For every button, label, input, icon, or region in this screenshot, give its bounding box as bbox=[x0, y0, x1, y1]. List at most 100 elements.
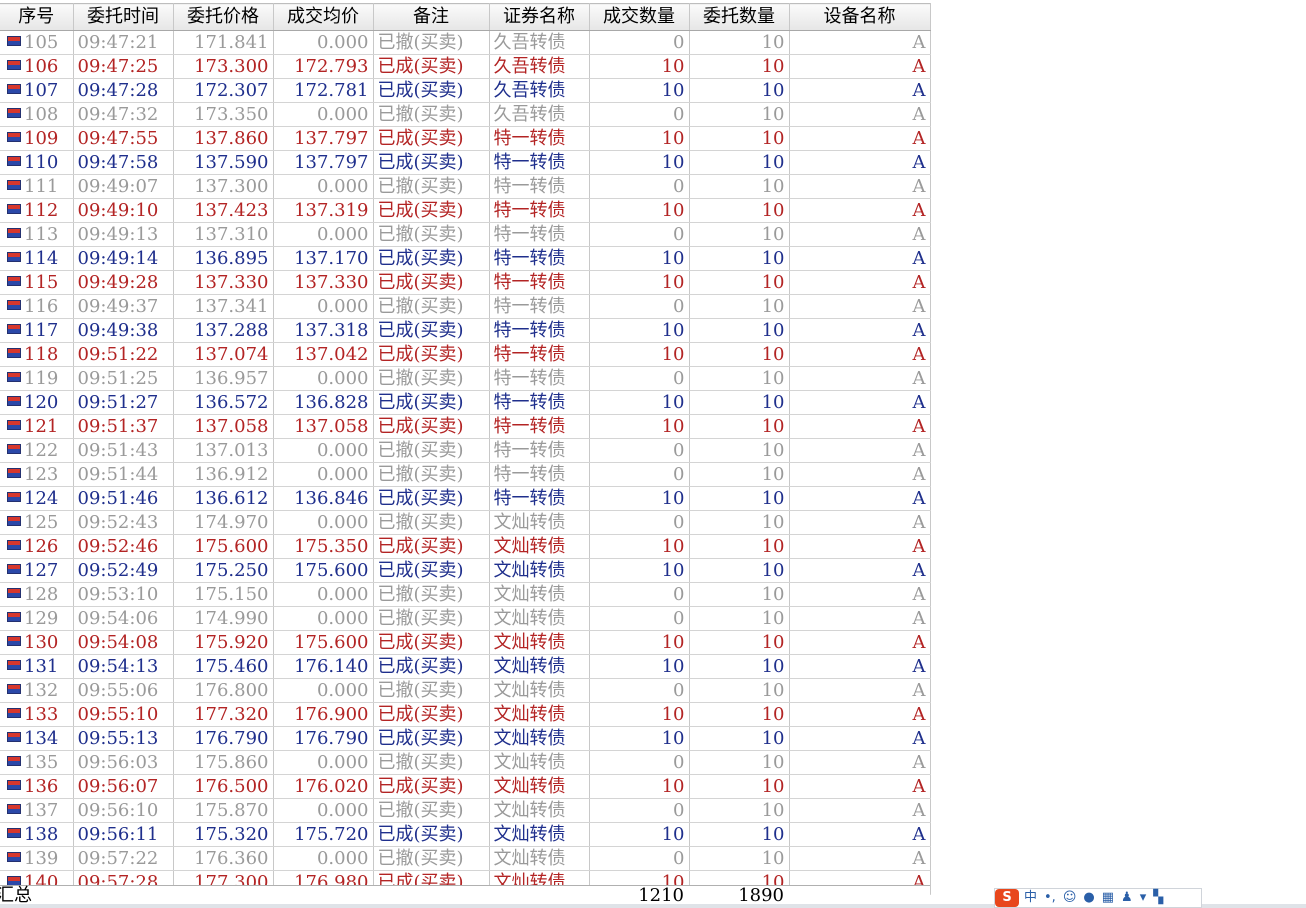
cell-order-time: 09:51:37 bbox=[73, 414, 174, 439]
seq-label: 137 bbox=[24, 800, 59, 821]
table-row[interactable]: 139 09:57:22 176.360 0.000 已撤(买卖) 文灿转债 0 10 A bbox=[0, 846, 931, 871]
seq-label: 139 bbox=[24, 848, 59, 869]
punctuation-toggle[interactable]: •, bbox=[1044, 889, 1056, 907]
table-row[interactable]: 106 09:47:25 173.300 172.793 已成(买卖) 久吾转债 10 10 A bbox=[0, 54, 931, 79]
table-row[interactable]: 120 09:51:27 136.572 136.828 已成(买卖) 特一转债 10 10 A bbox=[0, 390, 931, 415]
table-row[interactable]: 134 09:55:13 176.790 176.790 已成(买卖) 文灿转债 10 10 A bbox=[0, 726, 931, 751]
table-row[interactable]: 121 09:51:37 137.058 137.058 已成(买卖) 特一转债 10 10 A bbox=[0, 414, 931, 439]
table-row[interactable]: 131 09:54:13 175.460 176.140 已成(买卖) 文灿转债 10 10 A bbox=[0, 654, 931, 679]
cell-avg-price: 0.000 bbox=[273, 438, 374, 463]
table-row[interactable]: 118 09:51:22 137.074 137.042 已成(买卖) 特一转债 10 10 A bbox=[0, 342, 931, 367]
cell-order-time: 09:47:21 bbox=[73, 30, 174, 55]
table-row[interactable]: 129 09:54:06 174.990 0.000 已撤(买卖) 文灿转债 0 10 A bbox=[0, 606, 931, 631]
cell-order-qty: 10 bbox=[689, 366, 790, 391]
table-row[interactable]: 138 09:56:11 175.320 175.720 已成(买卖) 文灿转债 10 10 A bbox=[0, 822, 931, 847]
smiley-icon[interactable]: ☺ bbox=[1063, 889, 1077, 907]
cell-order-price: 174.990 bbox=[173, 606, 274, 631]
cell-filled-qty: 10 bbox=[589, 150, 690, 175]
seq-label: 111 bbox=[24, 176, 59, 197]
row-flag-icon bbox=[7, 756, 21, 766]
cell-remark: 已撤(买卖) bbox=[373, 366, 490, 391]
cell-filled-qty: 10 bbox=[589, 390, 690, 415]
cell-avg-price: 0.000 bbox=[273, 678, 374, 703]
col-header-seq[interactable]: 序号 bbox=[0, 3, 74, 31]
cell-avg-price: 176.020 bbox=[273, 774, 374, 799]
table-row[interactable]: 130 09:54:08 175.920 175.600 已成(买卖) 文灿转债 10 10 A bbox=[0, 630, 931, 655]
cell-remark: 已撤(买卖) bbox=[373, 582, 490, 607]
ime-toolbar[interactable]: S 中 •, ☺ ● ▦ ♟ ▾ ▚ bbox=[994, 888, 1202, 908]
table-row[interactable]: 124 09:51:46 136.612 136.846 已成(买卖) 特一转债 10 10 A bbox=[0, 486, 931, 511]
keyboard-icon[interactable]: ▦ bbox=[1102, 889, 1114, 907]
table-row[interactable]: 108 09:47:32 173.350 0.000 已撤(买卖) 久吾转债 0 10 A bbox=[0, 102, 931, 127]
cell-order-qty: 10 bbox=[689, 726, 790, 751]
cell-order-price: 175.460 bbox=[173, 654, 274, 679]
cell-order-qty: 10 bbox=[689, 678, 790, 703]
cell-order-time: 09:54:13 bbox=[73, 654, 174, 679]
cell-filled-qty: 0 bbox=[589, 510, 690, 535]
user-icon[interactable]: ♟ bbox=[1121, 889, 1133, 907]
cell-seq: 125 bbox=[0, 510, 74, 535]
cell-order-qty: 10 bbox=[689, 462, 790, 487]
cell-order-time: 09:47:55 bbox=[73, 126, 174, 151]
col-header-order-qty[interactable]: 委托数量 bbox=[689, 3, 790, 31]
table-row[interactable]: 126 09:52:46 175.600 175.350 已成(买卖) 文灿转债 10 10 A bbox=[0, 534, 931, 559]
apps-icon[interactable]: ▚ bbox=[1153, 889, 1163, 907]
cell-order-time: 09:55:06 bbox=[73, 678, 174, 703]
table-row[interactable]: 107 09:47:28 172.307 172.781 已成(买卖) 久吾转债 10 10 A bbox=[0, 78, 931, 103]
table-row[interactable]: 132 09:55:06 176.800 0.000 已撤(买卖) 文灿转债 0 10 A bbox=[0, 678, 931, 703]
table-row[interactable]: 123 09:51:44 136.912 0.000 已撤(买卖) 特一转债 0 10 A bbox=[0, 462, 931, 487]
cell-avg-price: 0.000 bbox=[273, 462, 374, 487]
cell-order-price: 137.590 bbox=[173, 150, 274, 175]
table-row[interactable]: 113 09:49:13 137.310 0.000 已撤(买卖) 特一转债 0 10 A bbox=[0, 222, 931, 247]
table-row[interactable]: 119 09:51:25 136.957 0.000 已撤(买卖) 特一转债 0 10 A bbox=[0, 366, 931, 391]
cell-device-name: A bbox=[789, 774, 931, 799]
table-row[interactable]: 111 09:49:07 137.300 0.000 已撤(买卖) 特一转债 0 10 A bbox=[0, 174, 931, 199]
cell-order-price: 137.310 bbox=[173, 222, 274, 247]
col-header-remark[interactable]: 备注 bbox=[373, 3, 490, 31]
cell-remark: 已成(买卖) bbox=[373, 702, 490, 727]
cell-avg-price: 175.720 bbox=[273, 822, 374, 847]
col-header-order-time[interactable]: 委托时间 bbox=[73, 3, 174, 31]
microphone-icon[interactable]: ● bbox=[1083, 889, 1094, 907]
sogou-logo-icon[interactable]: S bbox=[995, 889, 1019, 907]
seq-label: 127 bbox=[24, 560, 59, 581]
cell-order-time: 09:56:11 bbox=[73, 822, 174, 847]
table-row[interactable]: 110 09:47:58 137.590 137.797 已成(买卖) 特一转债 10 10 A bbox=[0, 150, 931, 175]
table-row[interactable]: 128 09:53:10 175.150 0.000 已撤(买卖) 文灿转债 0 10 A bbox=[0, 582, 931, 607]
table-row[interactable]: 109 09:47:55 137.860 137.797 已成(买卖) 特一转债 10 10 A bbox=[0, 126, 931, 151]
cell-device-name: A bbox=[789, 30, 931, 55]
table-row[interactable]: 116 09:49:37 137.341 0.000 已撤(买卖) 特一转债 0 10 A bbox=[0, 294, 931, 319]
cell-device-name: A bbox=[789, 294, 931, 319]
cell-order-qty: 10 bbox=[689, 654, 790, 679]
summary-filled-total: 1210 bbox=[638, 885, 684, 906]
table-row[interactable]: 117 09:49:38 137.288 137.318 已成(买卖) 特一转债 10 10 A bbox=[0, 318, 931, 343]
table-row[interactable]: 133 09:55:10 177.320 176.900 已成(买卖) 文灿转债 10 10 A bbox=[0, 702, 931, 727]
col-header-filled-qty[interactable]: 成交数量 bbox=[589, 3, 690, 31]
shirt-icon[interactable]: ▾ bbox=[1140, 889, 1147, 907]
table-row[interactable]: 114 09:49:14 136.895 137.170 已成(买卖) 特一转债 10 10 A bbox=[0, 246, 931, 271]
cell-order-price: 136.895 bbox=[173, 246, 274, 271]
table-row[interactable]: 127 09:52:49 175.250 175.600 已成(买卖) 文灿转债 10 10 A bbox=[0, 558, 931, 583]
col-header-order-price[interactable]: 委托价格 bbox=[173, 3, 274, 31]
table-row[interactable]: 105 09:47:21 171.841 0.000 已撤(买卖) 久吾转债 0 10 A bbox=[0, 30, 931, 55]
table-row[interactable]: 112 09:49:10 137.423 137.319 已成(买卖) 特一转债 10 10 A bbox=[0, 198, 931, 223]
cell-avg-price: 137.319 bbox=[273, 198, 374, 223]
cell-avg-price: 172.781 bbox=[273, 78, 374, 103]
input-mode-toggle[interactable]: 中 bbox=[1024, 889, 1037, 907]
cell-seq: 124 bbox=[0, 486, 74, 511]
table-row[interactable]: 137 09:56:10 175.870 0.000 已撤(买卖) 文灿转债 0 10 A bbox=[0, 798, 931, 823]
cell-seq: 122 bbox=[0, 438, 74, 463]
cell-order-price: 137.423 bbox=[173, 198, 274, 223]
table-row[interactable]: 135 09:56:03 175.860 0.000 已撤(买卖) 文灿转债 0 10 A bbox=[0, 750, 931, 775]
cell-order-time: 09:56:03 bbox=[73, 750, 174, 775]
table-row[interactable]: 125 09:52:43 174.970 0.000 已撤(买卖) 文灿转债 0 10 A bbox=[0, 510, 931, 535]
cell-avg-price: 137.797 bbox=[273, 150, 374, 175]
col-header-avg-price[interactable]: 成交均价 bbox=[273, 3, 374, 31]
cell-seq: 108 bbox=[0, 102, 74, 127]
cell-security-name: 特一转债 bbox=[489, 150, 590, 175]
table-row[interactable]: 115 09:49:28 137.330 137.330 已成(买卖) 特一转债 10 10 A bbox=[0, 270, 931, 295]
col-header-security-name[interactable]: 证券名称 bbox=[489, 3, 590, 31]
table-row[interactable]: 122 09:51:43 137.013 0.000 已撤(买卖) 特一转债 0 10 A bbox=[0, 438, 931, 463]
table-row[interactable]: 136 09:56:07 176.500 176.020 已成(买卖) 文灿转债 10 10 A bbox=[0, 774, 931, 799]
col-header-device-name[interactable]: 设备名称 bbox=[789, 3, 931, 31]
